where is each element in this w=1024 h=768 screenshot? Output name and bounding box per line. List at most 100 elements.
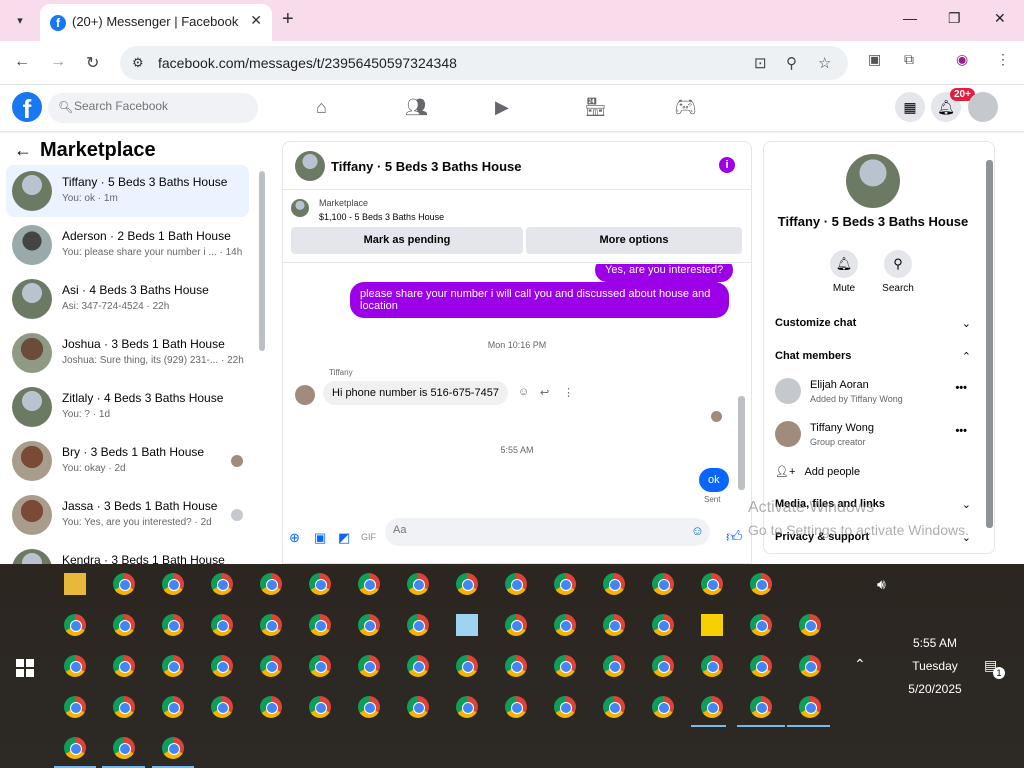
- chrome-profile-icon[interactable]: [456, 573, 478, 595]
- forward-icon[interactable]: →: [50, 53, 66, 71]
- chrome-profile-icon[interactable]: [505, 614, 527, 636]
- chrome-profile-icon[interactable]: [64, 737, 86, 759]
- tab-close-icon[interactable]: ✕: [250, 12, 262, 29]
- conversation-item[interactable]: Tiffany · 5 Beds 3 Baths House You: ok ·…: [6, 165, 249, 217]
- chrome-profile-icon[interactable]: [603, 655, 625, 677]
- chrome-profile-icon[interactable]: [113, 655, 135, 677]
- chrome-profile-icon[interactable]: [652, 696, 674, 718]
- chrome-profile-icon[interactable]: [554, 573, 576, 595]
- like-thumb-icon[interactable]: 👍︎: [726, 528, 743, 547]
- back-arrow-icon[interactable]: ←: [14, 140, 34, 161]
- account-avatar[interactable]: [968, 92, 998, 122]
- chrome-profile-icon[interactable]: [358, 573, 380, 595]
- mark-as-pending-button[interactable]: Mark as pending: [291, 227, 523, 254]
- tab-list-chevron-icon[interactable]: ▾: [8, 8, 32, 32]
- chrome-profile-icon[interactable]: [260, 696, 282, 718]
- chrome-profile-icon[interactable]: [603, 573, 625, 595]
- menu-grid-icon[interactable]: ▦: [895, 92, 925, 122]
- mute-button[interactable]: 🔔︎ Mute: [824, 250, 864, 294]
- chrome-profile-icon[interactable]: [554, 655, 576, 677]
- chrome-profile-icon[interactable]: [407, 614, 429, 636]
- zoom-icon[interactable]: ⚲: [786, 54, 797, 72]
- chrome-profile-icon[interactable]: [309, 696, 331, 718]
- chrome-profile-icon[interactable]: [456, 655, 478, 677]
- sender-avatar[interactable]: [295, 385, 315, 405]
- conversation-item[interactable]: Jassa · 3 Beds 1 Bath House You: Yes, ar…: [6, 489, 249, 541]
- chrome-profile-icon[interactable]: [456, 696, 478, 718]
- chrome-profile-icon[interactable]: [799, 696, 821, 718]
- message-input[interactable]: [393, 524, 683, 536]
- chrome-profile-icon[interactable]: [505, 655, 527, 677]
- chrome-profile-icon[interactable]: [211, 573, 233, 595]
- outgoing-message[interactable]: please share your number i will call you…: [350, 282, 729, 318]
- chrome-profile-icon[interactable]: [162, 696, 184, 718]
- customize-chat-row[interactable]: Customize chat ⌄: [775, 317, 971, 330]
- add-people-button[interactable]: 👤︎+ Add people: [775, 465, 860, 478]
- show-hidden-icons-chevron-icon[interactable]: ⌃: [854, 656, 866, 673]
- sticky-notes-icon[interactable]: [701, 614, 723, 636]
- more-options-button[interactable]: More options: [526, 227, 742, 254]
- chrome-profile-icon[interactable]: [260, 573, 282, 595]
- more-options-icon[interactable]: •••: [955, 382, 967, 394]
- outgoing-message[interactable]: ok: [699, 468, 729, 492]
- profile-avatar[interactable]: [846, 154, 900, 208]
- outgoing-message[interactable]: Yes, are you interested?: [595, 264, 734, 282]
- chrome-profile-icon[interactable]: [309, 573, 331, 595]
- listing-price[interactable]: $1,100 - 5 Beds 3 Baths House: [319, 212, 444, 222]
- react-icon[interactable]: ☺: [518, 386, 529, 398]
- chrome-profile-icon[interactable]: [799, 655, 821, 677]
- conversation-item[interactable]: Kendra · 3 Beds 1 Bath House: [6, 543, 249, 564]
- chrome-profile-icon[interactable]: [64, 655, 86, 677]
- facebook-search[interactable]: 🔍︎: [48, 93, 258, 123]
- conversation-item[interactable]: Asi · 4 Beds 3 Baths House Asi: 347-724-…: [6, 273, 249, 325]
- conversation-list-scrollbar[interactable]: [259, 171, 265, 351]
- chrome-profile-icon[interactable]: [162, 614, 184, 636]
- gaming-icon[interactable]: 🎮︎: [674, 97, 697, 118]
- facebook-logo-icon[interactable]: f: [12, 92, 42, 122]
- chat-members-row[interactable]: Chat members ⌃: [775, 350, 971, 363]
- window-close-icon[interactable]: ✕: [994, 10, 1006, 27]
- clock-date[interactable]: 5/20/2025: [890, 682, 980, 696]
- chrome-profile-icon[interactable]: [358, 696, 380, 718]
- chrome-profile-icon[interactable]: [358, 655, 380, 677]
- chrome-profile-icon[interactable]: [260, 655, 282, 677]
- chrome-profile-icon[interactable]: [113, 737, 135, 759]
- chrome-profile-icon[interactable]: [652, 655, 674, 677]
- extensions-puzzle-icon[interactable]: ⧉: [904, 51, 914, 68]
- chrome-profile-icon[interactable]: [113, 573, 135, 595]
- chrome-profile-icon[interactable]: [652, 573, 674, 595]
- chrome-profile-icon[interactable]: [701, 696, 723, 718]
- chrome-profile-icon[interactable]: [799, 614, 821, 636]
- conversation-item[interactable]: Aderson · 2 Beds 1 Bath House You: pleas…: [6, 219, 249, 271]
- incoming-message[interactable]: Hi phone number is 516-675-7457: [323, 381, 508, 405]
- back-icon[interactable]: ←: [14, 53, 30, 71]
- windows-start-icon[interactable]: [16, 659, 34, 677]
- chat-avatar[interactable]: [295, 151, 325, 181]
- chrome-profile-icon[interactable]: [407, 573, 429, 595]
- chrome-profile-icon[interactable]: [162, 573, 184, 595]
- url-text[interactable]: facebook.com/messages/t/2395645059732434…: [158, 55, 457, 71]
- new-tab-icon[interactable]: +: [282, 8, 294, 30]
- search-button[interactable]: ⚲ Search: [878, 250, 918, 294]
- chrome-profile-icon[interactable]: [64, 614, 86, 636]
- extension-off-icon[interactable]: ▣: [868, 51, 881, 68]
- attach-photo-icon[interactable]: ▣: [314, 530, 326, 546]
- chrome-profile-icon[interactable]: [701, 655, 723, 677]
- chrome-profile-icon[interactable]: [554, 696, 576, 718]
- bookmark-star-icon[interactable]: ☆: [818, 54, 831, 72]
- chrome-profile-icon[interactable]: [554, 614, 576, 636]
- chrome-profile-icon[interactable]: [211, 696, 233, 718]
- chat-title[interactable]: Tiffany · 5 Beds 3 Baths House: [331, 159, 521, 174]
- add-more-icon[interactable]: ⊕: [289, 530, 300, 546]
- more-options-icon[interactable]: •••: [955, 425, 967, 437]
- member-row[interactable]: Tiffany Wong Group creator •••: [775, 419, 971, 453]
- chrome-profile-icon[interactable]: [211, 655, 233, 677]
- chrome-profile-icon[interactable]: [113, 696, 135, 718]
- chrome-profile-icon[interactable]: [358, 614, 380, 636]
- video-icon[interactable]: ▶: [495, 97, 509, 118]
- chrome-profile-icon[interactable]: [505, 696, 527, 718]
- chrome-profile-icon[interactable]: [603, 696, 625, 718]
- browser-menu-icon[interactable]: ⋮: [996, 51, 1010, 68]
- message-input-box[interactable]: ☺: [385, 518, 710, 546]
- file-explorer-icon[interactable]: [64, 573, 86, 595]
